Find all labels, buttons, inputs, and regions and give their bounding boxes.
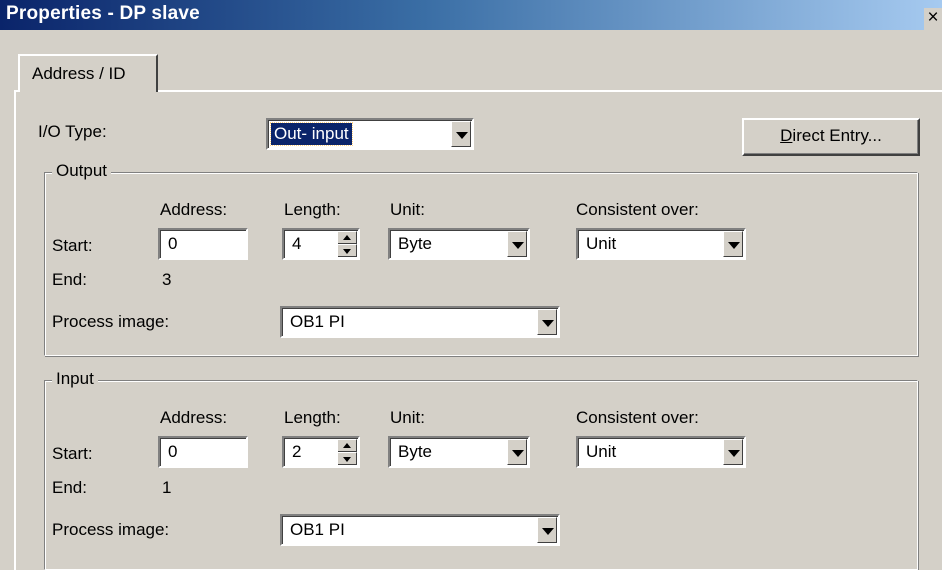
input-start-address-input[interactable]: 0	[158, 436, 248, 468]
input-length-value: 2	[292, 442, 302, 461]
window-title: Properties - DP slave	[6, 3, 200, 24]
input-start-label: Start:	[52, 444, 93, 463]
input-process-image-label: Process image:	[52, 520, 170, 539]
output-end-label: End:	[52, 270, 87, 289]
input-address-header: Address:	[160, 408, 228, 427]
input-unit-header: Unit:	[390, 408, 425, 427]
spin-down-icon[interactable]	[338, 452, 357, 465]
input-length-stepper[interactable]: 2	[282, 436, 360, 468]
output-process-image-select[interactable]: OB1 PI	[280, 306, 560, 338]
spin-down-icon[interactable]	[338, 244, 357, 257]
spin-up-icon[interactable]	[338, 439, 357, 452]
spin-up-icon[interactable]	[338, 231, 357, 244]
output-length-stepper[interactable]: 4	[282, 228, 360, 260]
output-address-header: Address:	[160, 200, 228, 219]
io-type-select[interactable]: Out- input	[266, 118, 474, 150]
input-unit-value: Byte	[398, 442, 433, 461]
tab-label: Address / ID	[32, 64, 126, 83]
spinner[interactable]	[337, 439, 357, 465]
output-length-header: Length:	[284, 200, 341, 219]
direct-entry-mnemonic: D	[780, 126, 793, 145]
input-process-image-value: OB1 PI	[290, 520, 345, 539]
chevron-down-icon[interactable]	[507, 439, 527, 465]
input-consistent-select[interactable]: Unit	[576, 436, 746, 468]
input-unit-select[interactable]: Byte	[388, 436, 530, 468]
direct-entry-button[interactable]: Direct Entry...	[742, 118, 920, 156]
input-length-header: Length:	[284, 408, 341, 427]
chevron-down-icon[interactable]	[537, 309, 557, 335]
output-start-label: Start:	[52, 236, 93, 255]
input-end-label: End:	[52, 478, 87, 497]
io-type-value: Out- input	[270, 122, 353, 146]
output-end-address: 3	[162, 270, 172, 289]
spinner[interactable]	[337, 231, 357, 257]
chevron-down-icon[interactable]	[507, 231, 527, 257]
output-process-image-value: OB1 PI	[290, 312, 345, 331]
direct-entry-label: irect Entry...	[792, 126, 882, 145]
chevron-down-icon[interactable]	[537, 517, 557, 543]
output-consistent-value: Unit	[586, 234, 617, 253]
output-consistent-select[interactable]: Unit	[576, 228, 746, 260]
output-length-value: 4	[292, 234, 302, 253]
input-consistent-header: Consistent over:	[576, 408, 699, 427]
io-type-label: I/O Type:	[38, 122, 107, 141]
close-icon[interactable]: ×	[924, 8, 942, 30]
input-end-address: 1	[162, 478, 172, 497]
input-process-image-select[interactable]: OB1 PI	[280, 514, 560, 546]
output-unit-select[interactable]: Byte	[388, 228, 530, 260]
chevron-down-icon[interactable]	[723, 231, 743, 257]
output-start-address-input[interactable]: 0	[158, 228, 248, 260]
chevron-down-icon[interactable]	[451, 121, 471, 147]
output-consistent-header: Consistent over:	[576, 200, 699, 219]
input-consistent-value: Unit	[586, 442, 617, 461]
output-unit-value: Byte	[398, 234, 433, 253]
tab-address-id[interactable]: Address / ID	[18, 54, 158, 92]
chevron-down-icon[interactable]	[723, 439, 743, 465]
input-group-title: Input	[52, 369, 98, 389]
output-process-image-label: Process image:	[52, 312, 170, 331]
output-unit-header: Unit:	[390, 200, 425, 219]
output-group-title: Output	[52, 161, 112, 181]
